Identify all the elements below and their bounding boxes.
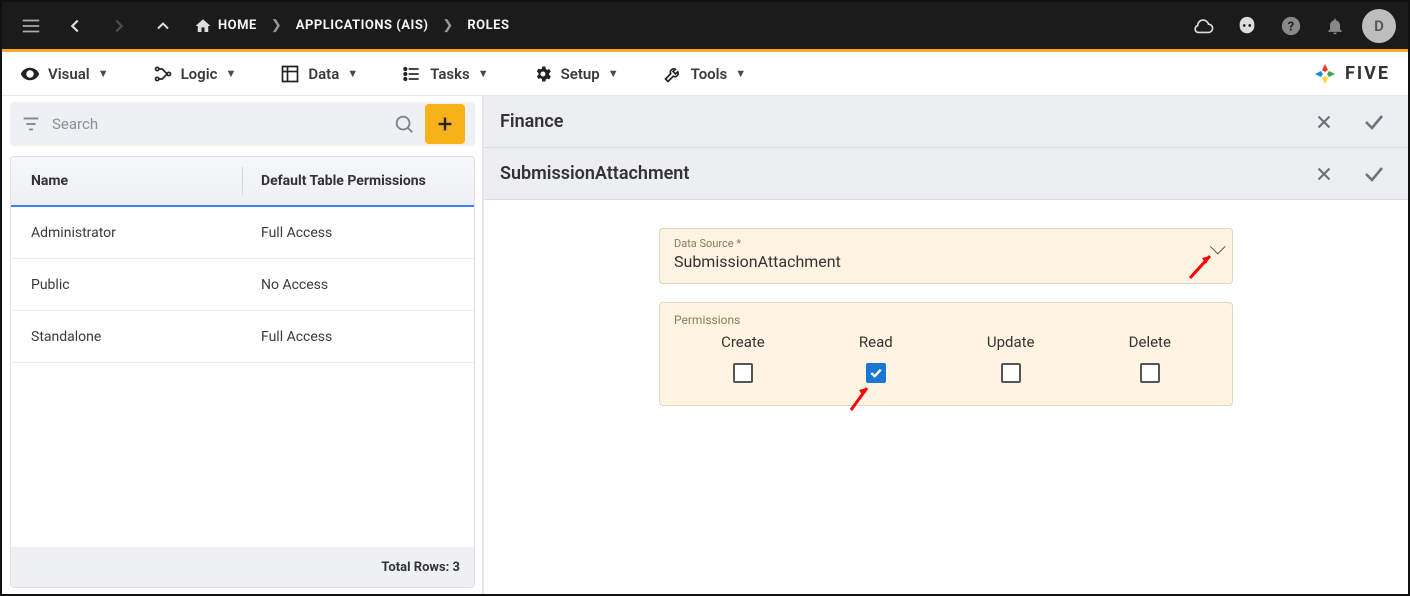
perm-create: Create [721,333,765,383]
tool-tools[interactable]: Tools ▼ [663,64,747,84]
data-source-value: SubmissionAttachment [674,252,1218,271]
data-source-field[interactable]: Data Source * SubmissionAttachment ⌵ [659,228,1233,284]
cell-name: Administrator [11,225,243,241]
perm-delete-label: Delete [1129,333,1171,351]
table-header-perm[interactable]: Default Table Permissions [243,173,474,189]
product-logo: FIVE [1313,62,1390,86]
chevron-down-icon: ▼ [735,67,746,80]
tool-data-label: Data [308,65,339,83]
chevron-down-icon: ▼ [478,67,489,80]
table-row[interactable]: Public No Access [11,259,474,311]
perm-read-label: Read [859,333,893,351]
search-input[interactable] [52,115,383,133]
chevron-down-icon: ▼ [608,67,619,80]
breadcrumb-applications-label: APPLICATIONS (AIS) [296,18,429,33]
confirm-icon[interactable] [1356,104,1392,140]
user-avatar[interactable]: D [1362,9,1396,43]
filter-icon[interactable] [20,113,42,135]
perm-read: Read [859,333,893,383]
tool-tasks[interactable]: Tasks ▼ [402,64,488,84]
top-app-bar: HOME ❯ APPLICATIONS (AIS) ❯ ROLES ? D [2,2,1408,52]
chevron-down-icon: ▼ [347,67,358,80]
expand-less-icon[interactable]: ⌵ [1209,235,1226,260]
cell-perm: Full Access [243,225,474,241]
chevron-right-icon: ❯ [442,18,453,33]
tool-visual[interactable]: Visual ▼ [20,64,109,84]
cell-name: Standalone [11,329,243,345]
breadcrumb-roles-label: ROLES [467,18,509,33]
table-header-name[interactable]: Name [11,167,243,196]
breadcrumb-roles[interactable]: ROLES [463,18,513,33]
perm-read-checkbox[interactable] [866,363,886,383]
tool-logic[interactable]: Logic ▼ [153,64,237,84]
right-title-secondary: SubmissionAttachment [500,163,689,184]
close-icon[interactable] [1306,104,1342,140]
data-source-label: Data Source * [674,237,1218,250]
up-icon[interactable] [146,9,180,43]
user-avatar-initial: D [1374,17,1384,35]
forward-icon [102,9,136,43]
product-logo-label: FIVE [1345,63,1390,84]
tool-data[interactable]: Data ▼ [280,64,358,84]
table-header: Name Default Table Permissions [11,157,474,207]
svg-text:?: ? [1288,19,1294,34]
table-footer: Total Rows: 3 [11,547,474,587]
left-panel: Name Default Table Permissions Administr… [2,96,482,594]
cell-perm: No Access [243,277,474,293]
tool-setup[interactable]: Setup ▼ [533,64,619,84]
search-bar [10,102,475,146]
perm-create-label: Create [721,333,765,351]
right-title-primary: Finance [500,111,563,132]
perm-update-checkbox[interactable] [1001,363,1021,383]
right-content: Data Source * SubmissionAttachment ⌵ Per… [484,200,1408,594]
bell-icon[interactable] [1318,9,1352,43]
perm-update-label: Update [987,333,1035,351]
cell-perm: Full Access [243,329,474,345]
help-icon[interactable]: ? [1274,9,1308,43]
tool-logic-label: Logic [181,65,218,83]
confirm-icon[interactable] [1356,156,1392,192]
right-header-secondary: SubmissionAttachment [484,148,1408,200]
permissions-label: Permissions [674,313,1218,327]
chevron-down-icon: ▼ [98,67,109,80]
breadcrumb-home[interactable]: HOME [190,17,261,35]
tool-tools-label: Tools [691,65,728,83]
chevron-right-icon: ❯ [271,18,282,33]
module-toolbar: Visual ▼ Logic ▼ Data ▼ Tasks ▼ Setup ▼ … [2,52,1408,96]
close-icon[interactable] [1306,156,1342,192]
hamburger-menu-icon[interactable] [14,9,48,43]
cloud-icon[interactable] [1186,9,1220,43]
search-icon[interactable] [393,113,415,135]
perm-create-checkbox[interactable] [733,363,753,383]
perm-update: Update [987,333,1035,383]
table-row[interactable]: Administrator Full Access [11,207,474,259]
table-footer-label: Total Rows: 3 [381,560,460,575]
tool-tasks-label: Tasks [430,65,470,83]
breadcrumb-home-label: HOME [218,18,257,33]
cell-name: Public [11,277,243,293]
chevron-down-icon: ▼ [225,67,236,80]
back-icon[interactable] [58,9,92,43]
tool-visual-label: Visual [48,65,90,83]
perm-delete-checkbox[interactable] [1140,363,1160,383]
tool-setup-label: Setup [561,65,600,83]
add-button[interactable] [425,104,465,144]
right-panel: Finance SubmissionAttachment Data Source [482,96,1408,594]
right-header-primary: Finance [484,96,1408,148]
table-row[interactable]: Standalone Full Access [11,311,474,363]
chat-bot-icon[interactable] [1230,9,1264,43]
permissions-card: Permissions Create Read [659,302,1233,406]
perm-delete: Delete [1129,333,1171,383]
roles-table: Name Default Table Permissions Administr… [10,156,475,588]
breadcrumb-applications[interactable]: APPLICATIONS (AIS) [292,18,433,33]
